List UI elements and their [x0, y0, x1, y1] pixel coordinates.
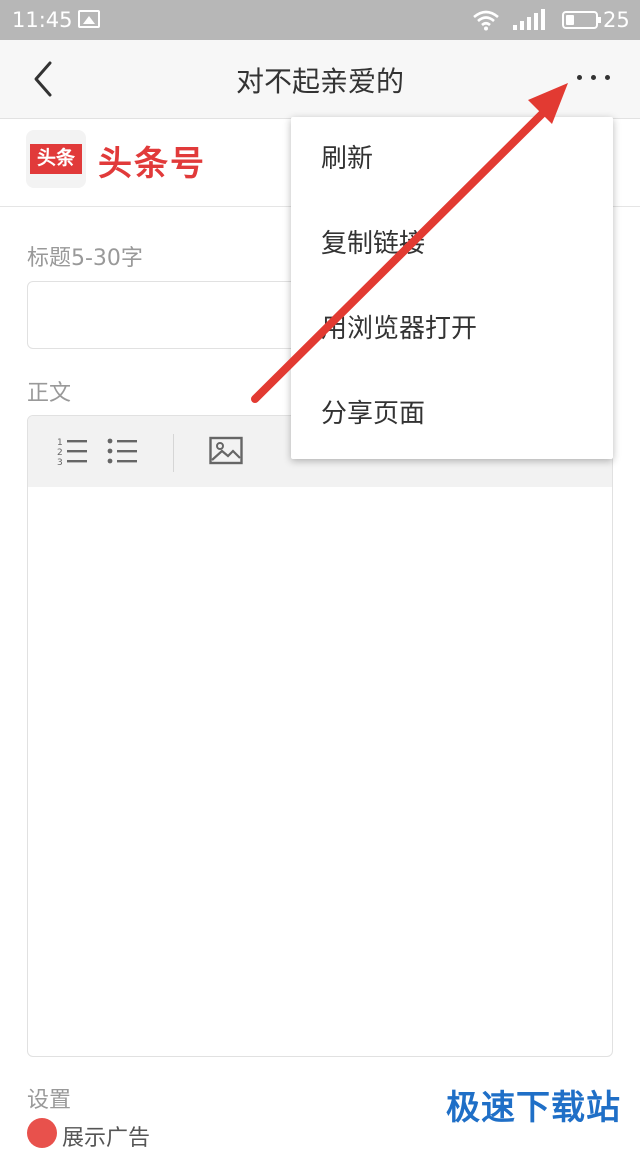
menu-item-open-in-browser[interactable]: 用浏览器打开: [291, 287, 613, 372]
bullet-list-icon[interactable]: [106, 436, 140, 468]
status-bar: 11:45 25: [0, 0, 640, 40]
signal-icon: [513, 9, 545, 30]
svg-text:2: 2: [57, 448, 63, 458]
wifi-icon: [473, 10, 499, 31]
settings-label: 设置: [27, 1088, 72, 1113]
menu-item-refresh[interactable]: 刷新: [291, 117, 613, 202]
title-field-label: 标题5-30字: [27, 246, 143, 271]
battery-level: 25: [603, 8, 630, 32]
page-title: 对不起亲爱的: [235, 65, 404, 98]
battery-icon: [562, 11, 601, 29]
svg-text:1: 1: [57, 438, 63, 448]
status-time: 11:45: [12, 8, 73, 32]
menu-item-share-page[interactable]: 分享页面: [291, 372, 613, 457]
svg-text:3: 3: [57, 458, 63, 468]
brand-name: 头条号: [98, 145, 206, 183]
body-editor[interactable]: 1 2 3: [27, 415, 613, 1057]
title-bar: 对不起亲爱的: [0, 40, 640, 119]
overflow-menu: 刷新 复制链接 用浏览器打开 分享页面: [291, 117, 613, 459]
toolbar-divider: [173, 434, 174, 472]
show-ads-label: 展示广告: [62, 1126, 151, 1151]
image-icon[interactable]: [209, 436, 243, 466]
brand-logo-text: 头条: [30, 144, 82, 174]
menu-item-copy-link[interactable]: 复制链接: [291, 202, 613, 287]
more-horizontal-icon[interactable]: [570, 68, 618, 88]
gallery-icon: [78, 10, 100, 28]
ordered-list-icon[interactable]: 1 2 3: [56, 436, 90, 468]
body-label: 正文: [27, 381, 72, 406]
show-ads-checkbox[interactable]: [27, 1118, 57, 1148]
brand-logo: 头条: [26, 130, 86, 188]
watermark: 极速下载站: [446, 1089, 621, 1127]
